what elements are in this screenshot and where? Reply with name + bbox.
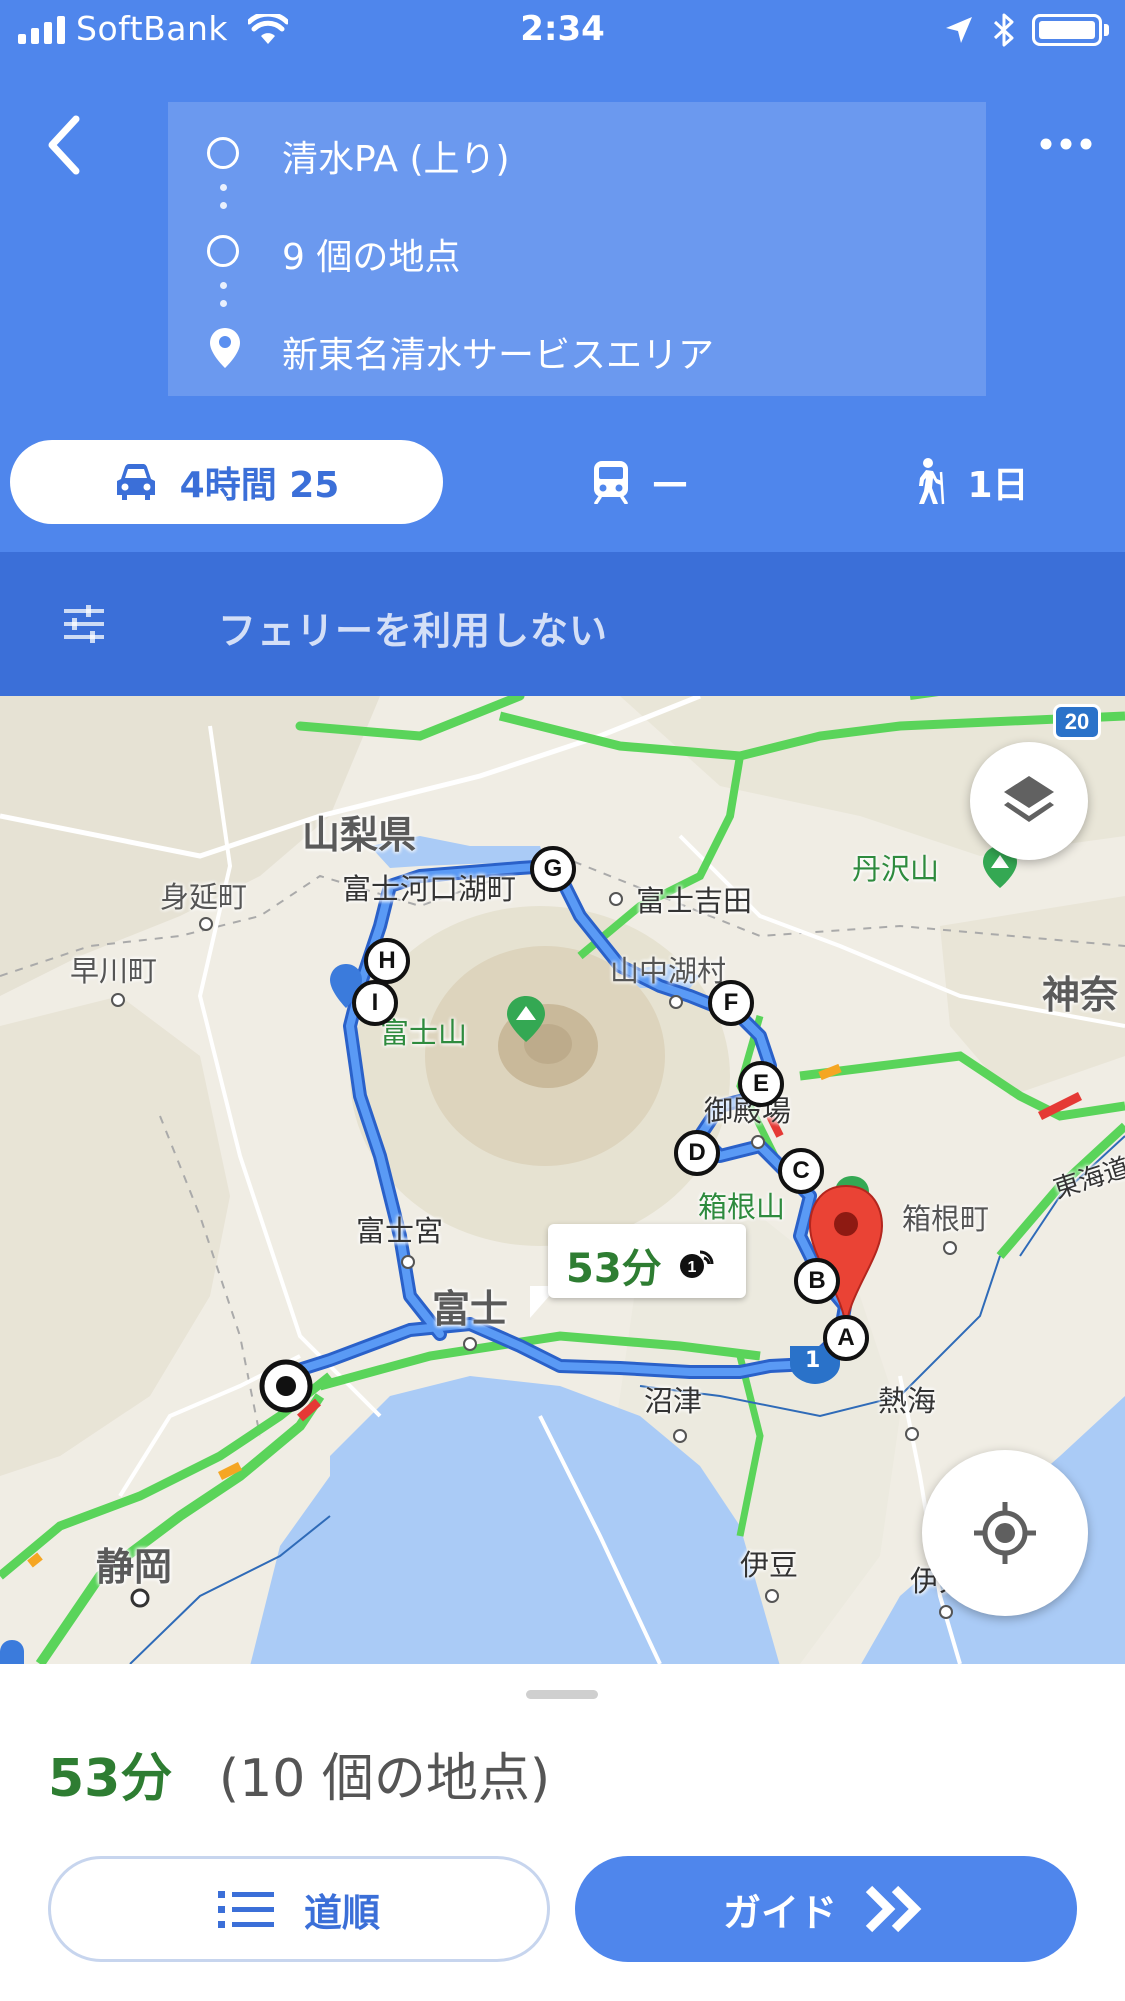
- route-summary-sheet: 53分 (10 個の地点) 道順 ガイド: [0, 1664, 1125, 2001]
- map-layers-button[interactable]: [970, 742, 1088, 860]
- summary-stops: (10 個の地点): [218, 1749, 551, 1809]
- steps-label: 道順: [303, 1890, 380, 1935]
- map-label-fujinomiya: 富士宮: [356, 1214, 444, 1248]
- bluetooth-icon: [993, 13, 1014, 47]
- travel-mode-tabs: 4時間 25 — 1日: [0, 440, 1125, 530]
- route-options-row[interactable]: フェリーを利用しない: [0, 552, 1125, 696]
- waypoint-marker-d[interactable]: D: [674, 1130, 720, 1176]
- waypoint-circle-icon: [207, 235, 239, 267]
- walking-person-icon: [919, 458, 945, 505]
- destination-text: 新東名清水サービスエリア: [282, 335, 715, 376]
- map-label-numazu: 沼津: [644, 1384, 703, 1418]
- waypoints-row[interactable]: 9 個の地点: [168, 220, 986, 280]
- map-label-fujiyoshida: 富士吉田: [636, 884, 753, 918]
- route-map[interactable]: 1 20 山梨県 身延町 早川町 富士河口湖町 富士吉田 丹沢山 山中湖村 神奈…: [0, 696, 1125, 1664]
- guide-button[interactable]: ガイド: [575, 1856, 1077, 1962]
- waypoints-text: 9 個の地点: [282, 237, 461, 278]
- sliders-icon: [64, 605, 104, 643]
- map-label-minobu: 身延町: [160, 880, 248, 914]
- drive-duration: 4時間 25: [179, 465, 340, 506]
- waypoint-marker-i[interactable]: I: [352, 980, 398, 1026]
- map-label-tanzawa: 丹沢山: [852, 852, 940, 886]
- waypoint-marker-b[interactable]: B: [794, 1258, 840, 1304]
- map-label-atami: 熱海: [878, 1384, 937, 1418]
- walk-duration: 1日: [967, 465, 1029, 506]
- waypoint-marker-f[interactable]: F: [708, 980, 754, 1026]
- destination-pin-icon: [210, 328, 240, 368]
- double-chevron-icon: [865, 1885, 922, 1933]
- options-label: フェリーを利用しない: [218, 609, 609, 653]
- map-label-hakoneyama: 箱根山: [698, 1190, 786, 1224]
- transit-duration: —: [652, 461, 688, 503]
- map-label-kawaguchiko: 富士河口湖町: [342, 872, 517, 906]
- route-summary: 53分 (10 個の地点): [48, 1736, 550, 1811]
- map-label-hayakawa: 早川町: [70, 954, 158, 988]
- map-label-hakonemachi: 箱根町: [902, 1202, 990, 1236]
- battery-tip: [1104, 24, 1109, 36]
- origin-circle-icon: [207, 137, 239, 169]
- route-shield-badge: 20: [1053, 704, 1101, 740]
- waypoint-marker-a[interactable]: A: [823, 1315, 869, 1361]
- map-label-kanagawa: 神奈: [1042, 973, 1119, 1017]
- more-options-button[interactable]: [1036, 126, 1096, 162]
- my-location-button[interactable]: [922, 1450, 1088, 1616]
- crosshair-location-icon: [974, 1502, 1036, 1564]
- guide-label: ガイド: [722, 1890, 837, 1935]
- tab-walk[interactable]: 1日: [870, 440, 1070, 524]
- toll-road-icon: 1: [680, 1250, 714, 1278]
- car-icon: [116, 464, 155, 500]
- summary-duration: 53分: [48, 1749, 173, 1809]
- steps-button[interactable]: 道順: [48, 1856, 550, 1962]
- eta-bubble-time: 53分: [566, 1246, 662, 1292]
- sheet-drag-handle[interactable]: [526, 1690, 598, 1699]
- tab-drive[interactable]: 4時間 25: [10, 440, 443, 524]
- directions-header: SoftBank 2:34 清水PA (上り) 9 個の地点 新東名清水サービス…: [0, 0, 1125, 552]
- svg-text:1: 1: [688, 1259, 697, 1276]
- waypoint-marker-c[interactable]: C: [778, 1148, 824, 1194]
- tab-transit[interactable]: —: [540, 440, 740, 524]
- waypoint-marker-h[interactable]: H: [364, 938, 410, 984]
- status-bar: SoftBank 2:34: [0, 0, 1125, 62]
- map-label-izu: 伊豆: [740, 1548, 799, 1582]
- back-button[interactable]: [38, 105, 98, 185]
- waypoint-marker-g[interactable]: G: [530, 846, 576, 892]
- train-icon: [594, 461, 628, 504]
- eta-bubble[interactable]: 53分 1: [548, 1224, 746, 1298]
- waypoint-marker-e[interactable]: E: [738, 1061, 784, 1107]
- map-label-yamanakako: 山中湖村: [610, 954, 727, 988]
- map-label-yamanashi: 山梨県: [302, 813, 417, 857]
- battery-icon: [1032, 14, 1102, 46]
- map-label-shizuoka: 静岡: [96, 1545, 173, 1589]
- map-label-fuji: 富士: [432, 1287, 509, 1331]
- road-number-label: 1: [805, 1348, 821, 1373]
- list-icon: [217, 1891, 274, 1928]
- origin-text: 清水PA (上り): [282, 139, 510, 180]
- route-stops-panel[interactable]: 清水PA (上り) 9 個の地点 新東名清水サービスエリア: [168, 102, 986, 396]
- layers-icon: [1004, 776, 1054, 822]
- destination-row[interactable]: 新東名清水サービスエリア: [168, 318, 986, 378]
- origin-row[interactable]: 清水PA (上り): [168, 122, 986, 182]
- location-arrow-icon: [946, 17, 972, 43]
